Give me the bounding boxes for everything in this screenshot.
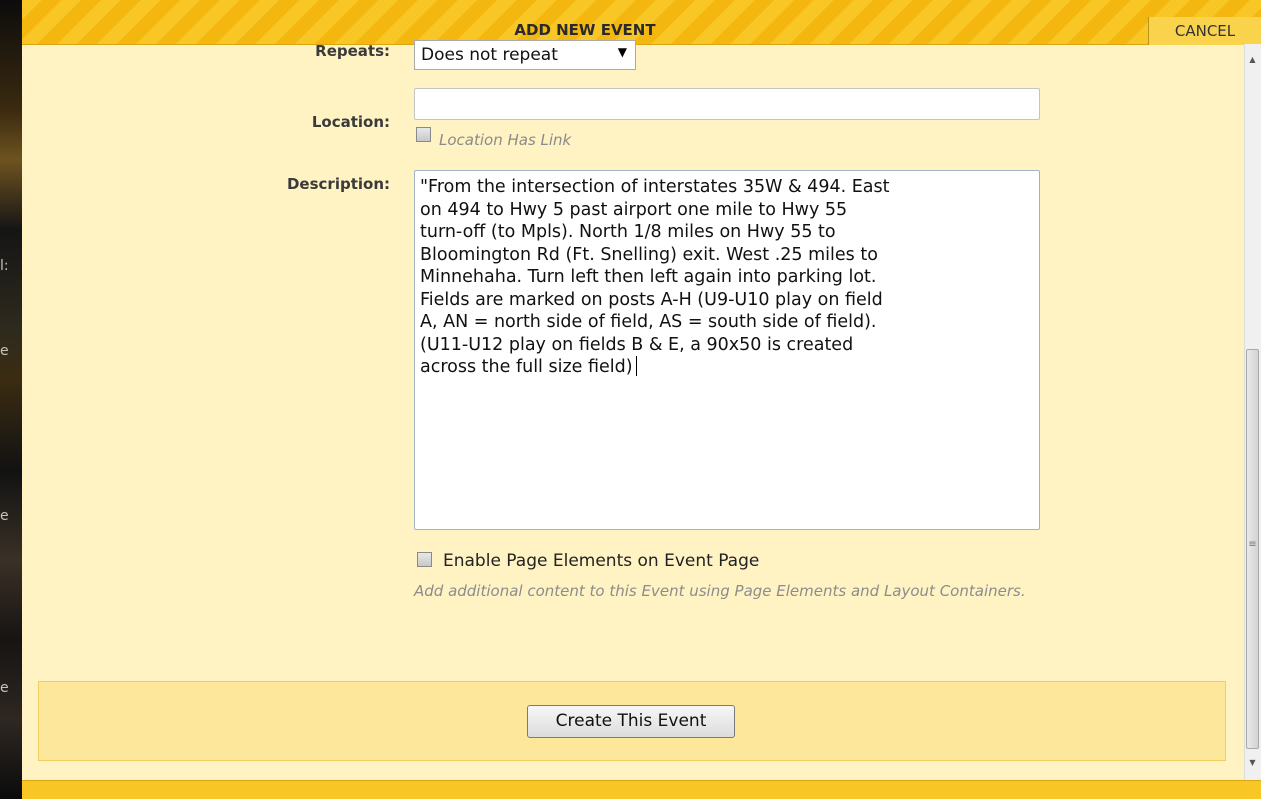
repeats-select-value: Does not repeat [421, 45, 558, 65]
dialog-bottom-bar [22, 780, 1261, 799]
location-link-checkbox[interactable] [416, 127, 431, 142]
scroll-down-arrow-icon[interactable]: ▼ [1244, 755, 1261, 771]
description-text: "From the intersection of interstates 35… [420, 177, 890, 377]
background-fragment: l: [0, 258, 9, 274]
scroll-up-arrow-icon[interactable]: ▲ [1244, 52, 1261, 68]
repeats-label: Repeats: [315, 42, 390, 60]
cancel-button[interactable]: CANCEL [1148, 17, 1261, 45]
description-label: Description: [286, 175, 390, 193]
dialog-title: ADD NEW EVENT [514, 21, 656, 39]
scrollbar-grip-icon: ≡ [1248, 539, 1257, 550]
repeats-select[interactable]: Does not repeat ▼ [414, 40, 636, 70]
text-caret [635, 356, 637, 376]
enable-page-elements-label: Enable Page Elements on Event Page [443, 551, 760, 571]
enable-page-elements-checkbox[interactable] [417, 552, 432, 567]
background-fragment: e [0, 508, 9, 524]
background-fragment: e [0, 680, 9, 696]
location-input[interactable] [414, 88, 1040, 120]
create-event-button[interactable]: Create This Event [527, 705, 735, 738]
description-textarea[interactable]: "From the intersection of interstates 35… [414, 170, 1040, 530]
location-label: Location: [311, 113, 390, 131]
background-fragment: e [0, 343, 9, 359]
add-event-dialog: ADD NEW EVENT CANCEL Repeats: Does not r… [22, 0, 1261, 799]
enable-page-elements-help: Add additional content to this Event usi… [414, 582, 1026, 600]
location-link-label: Location Has Link [439, 131, 572, 149]
caret-down-icon: ▼ [617, 45, 627, 59]
